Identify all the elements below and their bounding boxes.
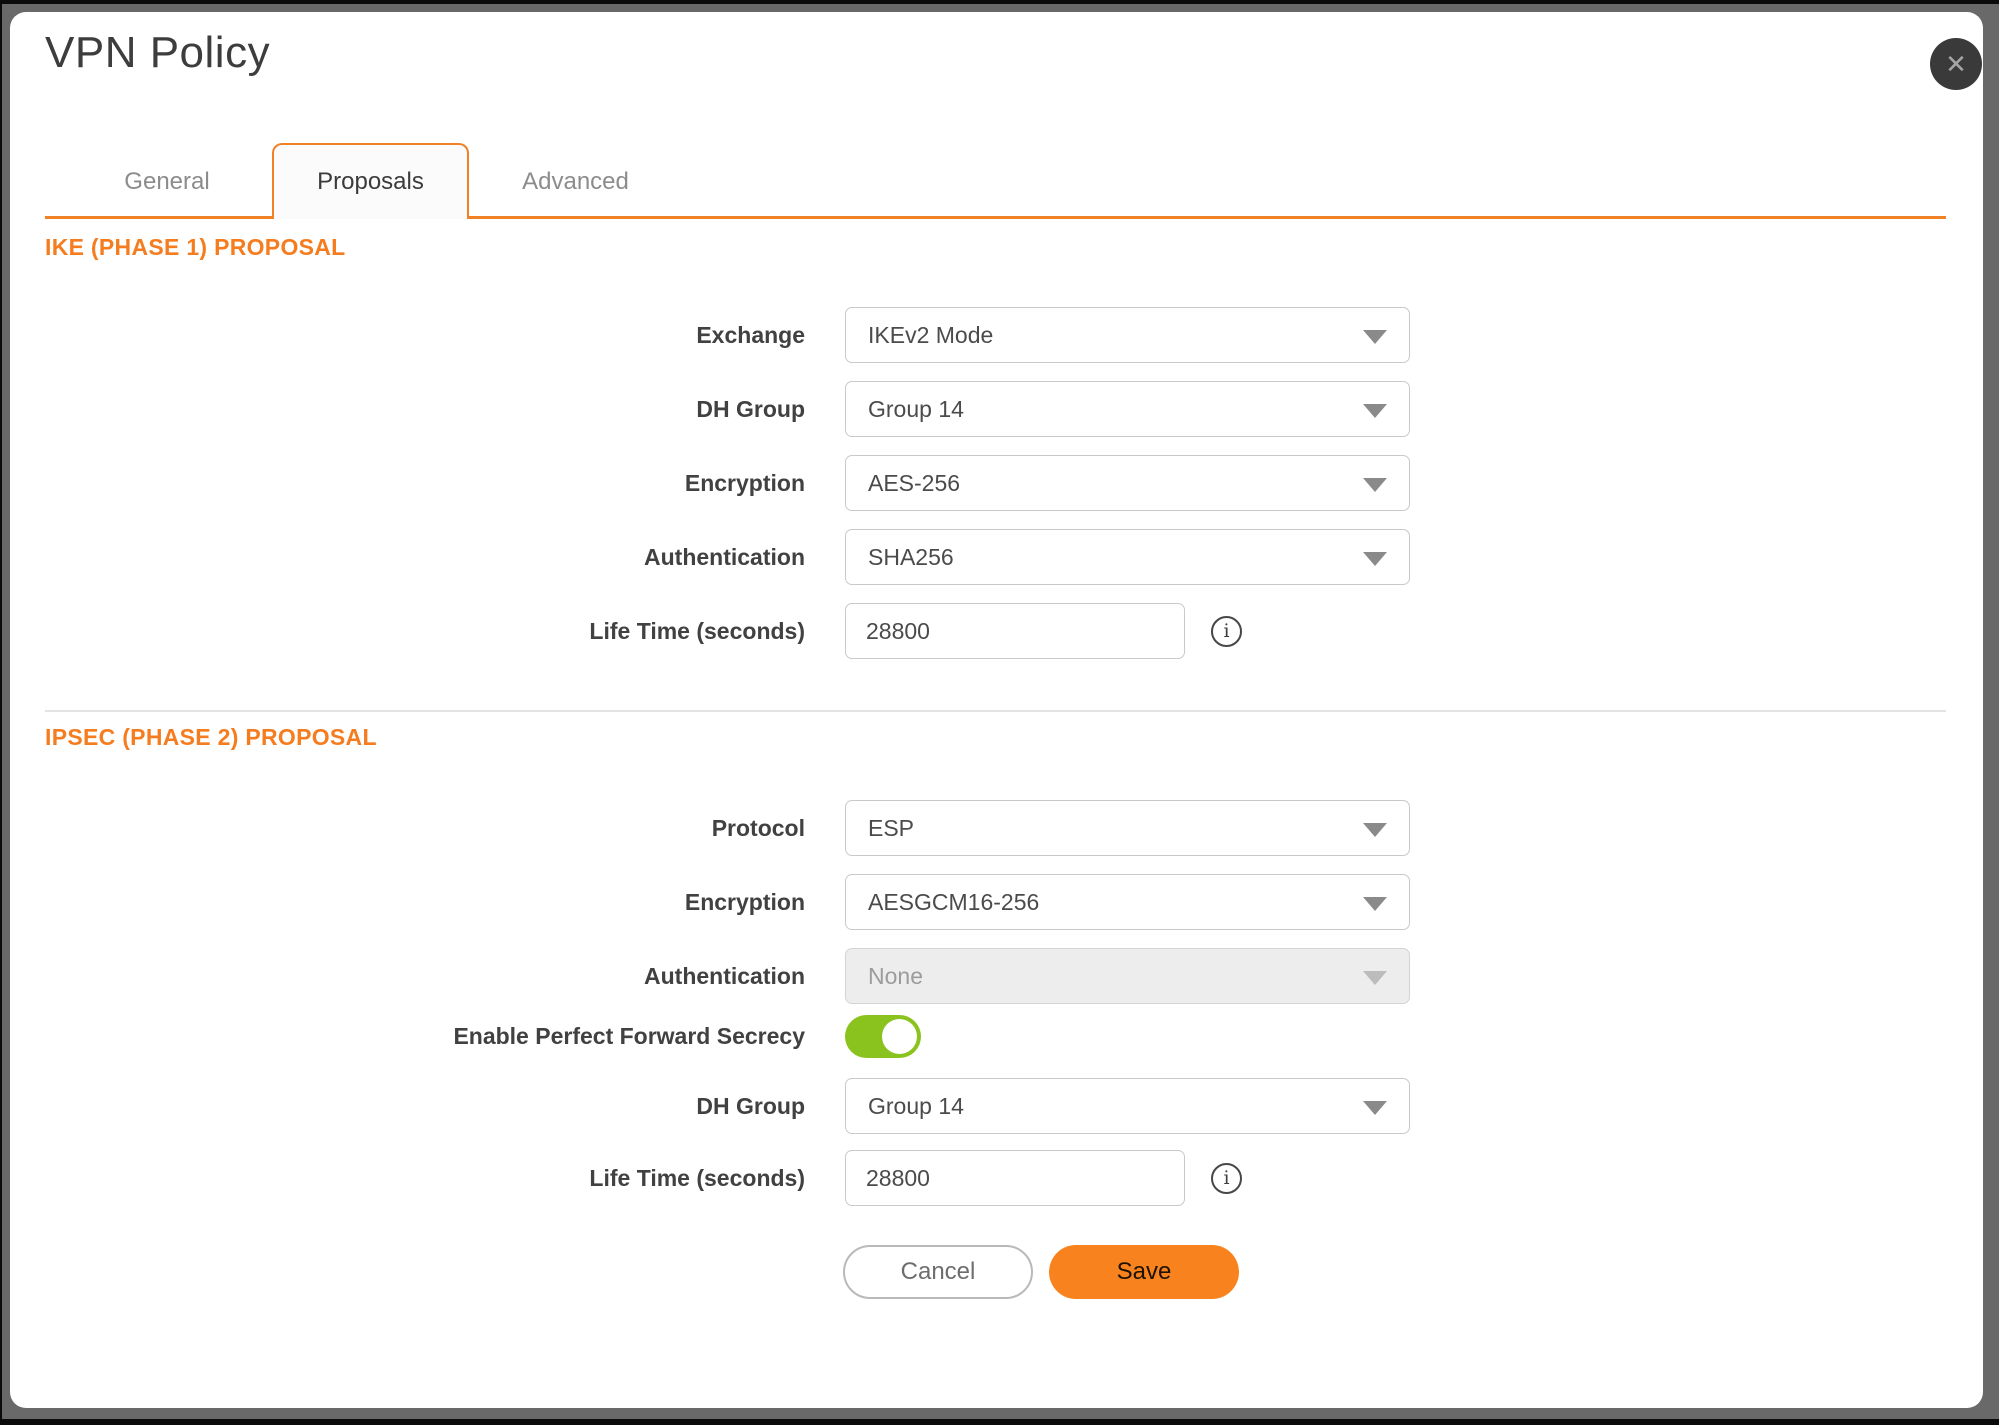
lifetime-p2-input[interactable] xyxy=(845,1150,1185,1206)
tab-proposals-label: Proposals xyxy=(317,168,424,196)
chevron-down-icon xyxy=(1363,1101,1387,1115)
close-icon-glyph: ✕ xyxy=(1945,51,1967,77)
exchange-label: Exchange xyxy=(45,322,845,349)
dh-group-p1-dropdown[interactable]: Group 14 xyxy=(845,381,1410,437)
authentication-p1-selected-value: SHA256 xyxy=(868,544,954,571)
form-row-protocol: Protocol ESP xyxy=(45,800,1545,856)
encryption-p1-dropdown[interactable]: AES-256 xyxy=(845,455,1410,511)
protocol-dropdown[interactable]: ESP xyxy=(845,800,1410,856)
dh-group-p1-selected-value: Group 14 xyxy=(868,396,964,423)
form-row-exchange: Exchange IKEv2 Mode xyxy=(45,307,1545,363)
form-row-authentication-p1: Authentication SHA256 xyxy=(45,529,1545,585)
form-row-lifetime-p2: Life Time (seconds) i xyxy=(45,1150,1545,1206)
form-row-encryption-p1: Encryption AES-256 xyxy=(45,455,1545,511)
cancel-button[interactable]: Cancel xyxy=(843,1245,1033,1299)
encryption-p2-label: Encryption xyxy=(45,889,845,916)
authentication-p2-label: Authentication xyxy=(45,963,845,990)
chevron-down-icon xyxy=(1363,823,1387,837)
lifetime-p2-label: Life Time (seconds) xyxy=(45,1165,845,1192)
page-title: VPN Policy xyxy=(45,28,270,78)
info-icon[interactable]: i xyxy=(1211,1163,1242,1194)
tab-advanced-label: Advanced xyxy=(522,168,629,196)
form-row-authentication-p2: Authentication None xyxy=(45,948,1545,1004)
tab-advanced[interactable]: Advanced xyxy=(468,148,683,216)
encryption-p1-label: Encryption xyxy=(45,470,845,497)
pfs-toggle-on[interactable] xyxy=(845,1015,921,1058)
authentication-p2-dropdown-disabled: None xyxy=(845,948,1410,1004)
form-row-pfs: Enable Perfect Forward Secrecy xyxy=(45,1015,1545,1058)
save-button[interactable]: Save xyxy=(1049,1245,1239,1299)
tab-general[interactable]: General xyxy=(62,148,272,216)
section-title-ipsec-phase2: IPSEC (PHASE 2) PROPOSAL xyxy=(45,724,377,751)
exchange-selected-value: IKEv2 Mode xyxy=(868,322,993,349)
form-row-dh-group-p1: DH Group Group 14 xyxy=(45,381,1545,437)
save-button-label: Save xyxy=(1117,1258,1172,1286)
chevron-down-icon xyxy=(1363,971,1387,985)
info-icon-glyph: i xyxy=(1223,1167,1229,1189)
form-row-lifetime-p1: Life Time (seconds) i xyxy=(45,603,1545,659)
info-icon[interactable]: i xyxy=(1211,616,1242,647)
chevron-down-icon xyxy=(1363,330,1387,344)
lifetime-p1-label: Life Time (seconds) xyxy=(45,618,845,645)
chevron-down-icon xyxy=(1363,478,1387,492)
dh-group-p2-label: DH Group xyxy=(45,1093,845,1120)
chevron-down-icon xyxy=(1363,897,1387,911)
dh-group-p2-selected-value: Group 14 xyxy=(868,1093,964,1120)
encryption-p1-selected-value: AES-256 xyxy=(868,470,960,497)
dh-group-p1-label: DH Group xyxy=(45,396,845,423)
encryption-p2-selected-value: AESGCM16-256 xyxy=(868,889,1039,916)
info-icon-glyph: i xyxy=(1223,620,1229,642)
exchange-dropdown[interactable]: IKEv2 Mode xyxy=(845,307,1410,363)
tab-general-label: General xyxy=(124,168,209,196)
form-row-encryption-p2: Encryption AESGCM16-256 xyxy=(45,874,1545,930)
form-row-dh-group-p2: DH Group Group 14 xyxy=(45,1078,1545,1134)
authentication-p2-selected-value: None xyxy=(868,963,923,990)
tab-proposals[interactable]: Proposals xyxy=(272,143,469,219)
section-divider xyxy=(45,710,1946,712)
dh-group-p2-dropdown[interactable]: Group 14 xyxy=(845,1078,1410,1134)
vpn-policy-dialog: VPN Policy General Proposals Advanced IK… xyxy=(10,12,1983,1408)
protocol-label: Protocol xyxy=(45,815,845,842)
authentication-p1-dropdown[interactable]: SHA256 xyxy=(845,529,1410,585)
protocol-selected-value: ESP xyxy=(868,815,914,842)
close-icon[interactable]: ✕ xyxy=(1930,38,1982,90)
chevron-down-icon xyxy=(1363,552,1387,566)
section-title-ike-phase1: IKE (PHASE 1) PROPOSAL xyxy=(45,234,346,261)
chevron-down-icon xyxy=(1363,404,1387,418)
lifetime-p1-input[interactable] xyxy=(845,603,1185,659)
authentication-p1-label: Authentication xyxy=(45,544,845,571)
encryption-p2-dropdown[interactable]: AESGCM16-256 xyxy=(845,874,1410,930)
toggle-knob xyxy=(882,1019,917,1054)
pfs-label: Enable Perfect Forward Secrecy xyxy=(45,1023,845,1050)
cancel-button-label: Cancel xyxy=(901,1258,976,1286)
